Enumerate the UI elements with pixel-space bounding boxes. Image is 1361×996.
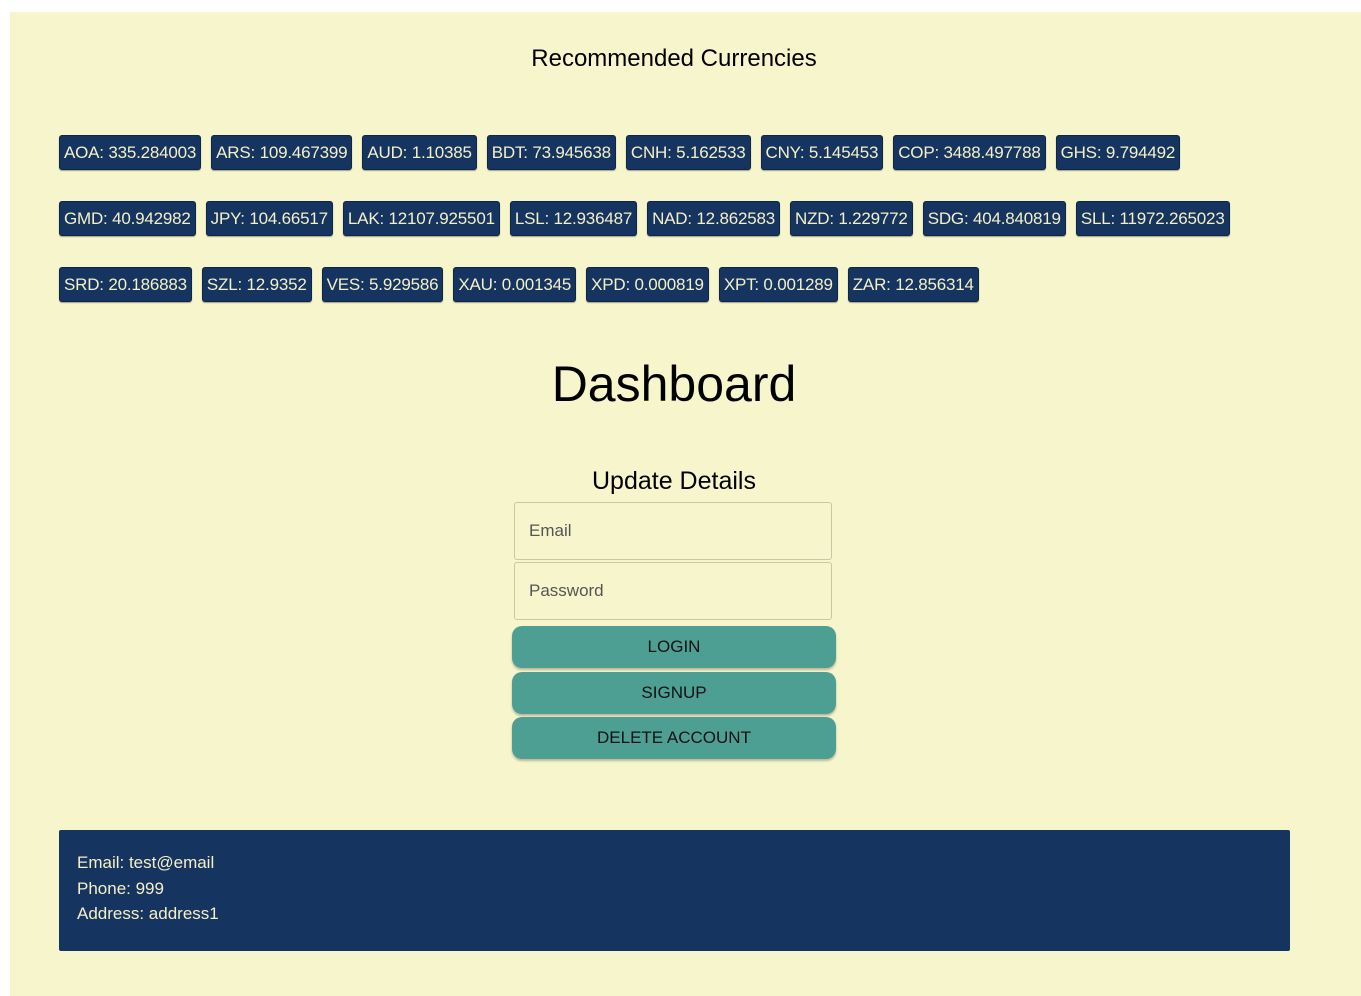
currency-chip: GMD: 40.942982 bbox=[59, 201, 196, 236]
dashboard-title: Dashboard bbox=[551, 356, 797, 412]
login-button[interactable]: LOGIN bbox=[512, 626, 836, 668]
currency-chip: SLL: 11972.265023 bbox=[1075, 201, 1230, 236]
currency-row-2: GMD: 40.942982 JPY: 104.66517 LAK: 12107… bbox=[59, 201, 1230, 236]
delete-account-button[interactable]: DELETE ACCOUNT bbox=[512, 717, 836, 759]
currency-chip: XAU: 0.001345 bbox=[453, 267, 577, 302]
user-address: Address: address1 bbox=[77, 904, 219, 923]
currency-chip: LSL: 12.936487 bbox=[509, 201, 638, 236]
currency-chip: VES: 5.929586 bbox=[321, 267, 444, 302]
currency-chip: COP: 3488.497788 bbox=[893, 135, 1046, 170]
currency-chip: CNY: 5.145453 bbox=[760, 135, 884, 170]
currency-chip: LAK: 12107.925501 bbox=[342, 201, 500, 236]
currency-chip: ZAR: 12.856314 bbox=[847, 267, 979, 302]
password-field[interactable] bbox=[514, 562, 832, 620]
user-info-panel: Email: test@email Phone: 999 Address: ad… bbox=[59, 830, 1290, 951]
currency-chip: GHS: 9.794492 bbox=[1055, 135, 1181, 170]
currency-chip: XPD: 0.000819 bbox=[586, 267, 709, 302]
currency-chip: AUD: 1.10385 bbox=[362, 135, 477, 170]
currency-row-3: SRD: 20.186883 SZL: 12.9352 VES: 5.92958… bbox=[59, 267, 979, 302]
currency-chip: NAD: 12.862583 bbox=[647, 201, 780, 236]
page-container: Recommended Currencies AOA: 335.284003 A… bbox=[10, 12, 1361, 996]
user-email: Email: test@email bbox=[77, 853, 215, 872]
currency-chip: JPY: 104.66517 bbox=[205, 201, 333, 236]
update-details-title: Update Details bbox=[592, 467, 756, 495]
currency-chip: SZL: 12.9352 bbox=[201, 267, 312, 302]
currency-chip: BDT: 73.945638 bbox=[486, 135, 616, 170]
signup-button[interactable]: SIGNUP bbox=[512, 672, 836, 714]
recommended-currencies-title: Recommended Currencies bbox=[531, 45, 817, 72]
currency-chip: XPT: 0.001289 bbox=[718, 267, 838, 302]
currency-chip: SDG: 404.840819 bbox=[922, 201, 1066, 236]
currency-chip: CNH: 5.162533 bbox=[625, 135, 751, 170]
email-field[interactable] bbox=[514, 502, 832, 560]
currency-row-1: AOA: 335.284003 ARS: 109.467399 AUD: 1.1… bbox=[59, 135, 1181, 170]
currency-chip: AOA: 335.284003 bbox=[59, 135, 202, 170]
currency-chip: SRD: 20.186883 bbox=[59, 267, 192, 302]
user-phone: Phone: 999 bbox=[77, 878, 164, 898]
currency-chip: NZD: 1.229772 bbox=[790, 201, 913, 236]
currency-chip: ARS: 109.467399 bbox=[211, 135, 353, 170]
